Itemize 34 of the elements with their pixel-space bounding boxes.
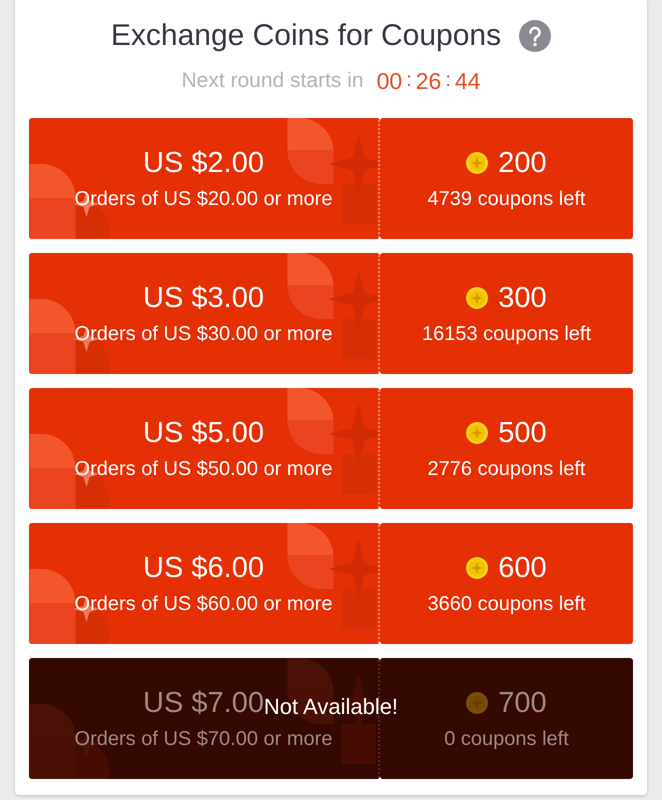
coupon-condition: Orders of US $30.00 or more <box>74 322 332 346</box>
countdown-time: 44 <box>454 68 480 94</box>
coin-price: 700 <box>498 686 547 720</box>
unavailable-label: Not Available! <box>264 694 398 720</box>
countdown-time: 26 <box>416 68 442 94</box>
coin-icon <box>466 556 488 578</box>
coin-price: 500 <box>498 416 547 450</box>
coin-icon <box>466 286 488 308</box>
coupon-value: US $2.00 <box>143 146 264 180</box>
coupon-value: US $7.00 <box>143 686 264 720</box>
time-separator: : <box>406 68 412 92</box>
coin-icon <box>466 422 488 444</box>
coupon-value: US $3.00 <box>143 280 264 316</box>
coupons-left: 4739 coupons left <box>428 186 586 212</box>
coupon-condition: Orders of US $60.00 or more <box>74 592 332 616</box>
coupon-value: US $6.00 <box>143 550 264 586</box>
page-title: Exchange Coins for Coupons <box>110 19 502 53</box>
coupons-left: 2776 coupons left <box>428 456 586 482</box>
coin-price: 200 <box>498 146 547 180</box>
coupon-condition: Orders of US $70.00 or more <box>74 726 332 752</box>
help-icon[interactable] <box>519 20 552 52</box>
countdown-label: Next round starts in <box>182 69 364 93</box>
coupon-value: US $5.00 <box>143 416 264 450</box>
coupons-left: 0 coupons left <box>444 726 569 752</box>
coin-icon <box>466 152 488 174</box>
coin-icon <box>466 692 488 714</box>
coupons-left: 3660 coupons left <box>428 592 586 616</box>
coupon-condition: Orders of US $20.00 or more <box>74 186 332 212</box>
time-separator: : <box>445 68 451 92</box>
coin-price: 600 <box>498 550 547 586</box>
countdown-time: 00 <box>376 68 402 94</box>
coupons-left: 16153 coupons left <box>422 322 592 346</box>
coupon-condition: Orders of US $50.00 or more <box>74 456 332 482</box>
coin-price: 300 <box>498 280 547 316</box>
